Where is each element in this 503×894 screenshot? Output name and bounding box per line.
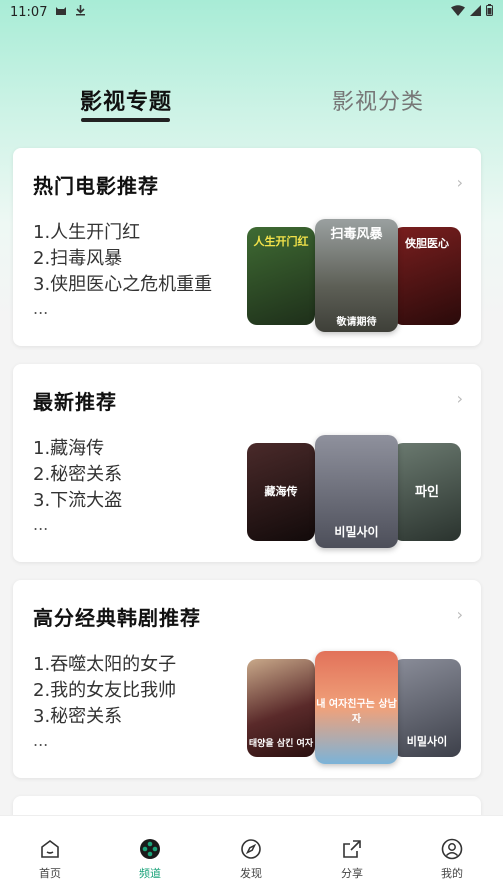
chevron-right-icon[interactable]: › [457, 173, 463, 192]
chevron-right-icon[interactable]: › [457, 389, 463, 408]
nav-item-discover[interactable]: 发现 [221, 838, 281, 881]
poster-image[interactable]: 비밀사이 [393, 659, 461, 757]
card-title: 热门电影推荐 [33, 174, 159, 198]
poster-image[interactable]: 藏海传 [247, 443, 315, 541]
list-item[interactable]: 3.秘密关系 [33, 704, 176, 730]
card-title: 最新推荐 [33, 390, 117, 414]
wifi-icon [451, 4, 465, 20]
tab-categories[interactable]: 影视分类 [332, 84, 424, 116]
tab-topics[interactable]: 影视专题 [80, 84, 172, 116]
card-title: 高分经典韩剧推荐 [33, 606, 201, 630]
topic-card-hot-movies[interactable]: 热门电影推荐 › 1.人生开门红 2.扫毒风暴 3.侠胆医心之危机重重 ... … [13, 148, 481, 346]
topic-card-korean-drama[interactable]: 高分经典韩剧推荐 › 1.吞噬太阳的女子 2.我的女友比我帅 3.秘密关系 ..… [13, 580, 481, 778]
poster-image[interactable]: 파인 [393, 443, 461, 541]
film-reel-icon [139, 838, 161, 860]
poster-image[interactable]: 태양을 삼킨 여자 [247, 659, 315, 757]
tab-active-indicator [81, 118, 170, 122]
nav-item-channel[interactable]: 频道 [120, 838, 180, 881]
status-time: 11:07 [10, 4, 48, 20]
list-item[interactable]: 1.藏海传 [33, 436, 122, 462]
chevron-right-icon[interactable]: › [457, 605, 463, 624]
more-ellipsis: ... [33, 515, 49, 534]
list-item[interactable]: 3.侠胆医心之危机重重 [33, 272, 212, 298]
list-item[interactable]: 3.下流大盗 [33, 488, 122, 514]
more-ellipsis: ... [33, 731, 49, 750]
status-bar: 11:07 [0, 0, 503, 24]
compass-icon [240, 838, 262, 860]
nav-item-home[interactable]: 首页 [20, 838, 80, 881]
topic-card-latest[interactable]: 最新推荐 › 1.藏海传 2.秘密关系 3.下流大盗 ... 藏海传 비밀사이 … [13, 364, 481, 562]
card-item-list: 1.吞噬太阳的女子 2.我的女友比我帅 3.秘密关系 ... [33, 652, 176, 752]
poster-image[interactable]: 扫毒风暴 敬请期待 [315, 219, 398, 332]
card-item-list: 1.人生开门红 2.扫毒风暴 3.侠胆医心之危机重重 ... [33, 220, 212, 320]
home-icon [39, 838, 61, 860]
signal-icon [470, 4, 481, 20]
list-item[interactable]: 2.扫毒风暴 [33, 246, 212, 272]
nav-item-profile[interactable]: 我的 [422, 838, 482, 881]
battery-icon [486, 4, 493, 20]
download-icon [75, 4, 86, 20]
poster-image[interactable]: 비밀사이 [315, 435, 398, 548]
nav-item-share[interactable]: 分享 [322, 838, 382, 881]
list-item[interactable]: 1.吞噬太阳的女子 [33, 652, 176, 678]
top-tabs: 影视专题 影视分类 [0, 84, 503, 128]
bottom-nav: 首页 频道 发现 分享 我的 [0, 815, 503, 894]
poster-image[interactable]: 내 여자친구는 상남자 [315, 651, 398, 764]
cat-icon [55, 4, 67, 20]
card-item-list: 1.藏海传 2.秘密关系 3.下流大盗 ... [33, 436, 122, 536]
list-item[interactable]: 2.我的女友比我帅 [33, 678, 176, 704]
poster-image[interactable]: 人生开门红 [247, 227, 315, 325]
share-icon [341, 838, 363, 860]
list-item[interactable]: 1.人生开门红 [33, 220, 212, 246]
list-item[interactable]: 2.秘密关系 [33, 462, 122, 488]
more-ellipsis: ... [33, 299, 49, 318]
user-icon [441, 838, 463, 860]
poster-image[interactable]: 侠胆医心 [393, 227, 461, 325]
